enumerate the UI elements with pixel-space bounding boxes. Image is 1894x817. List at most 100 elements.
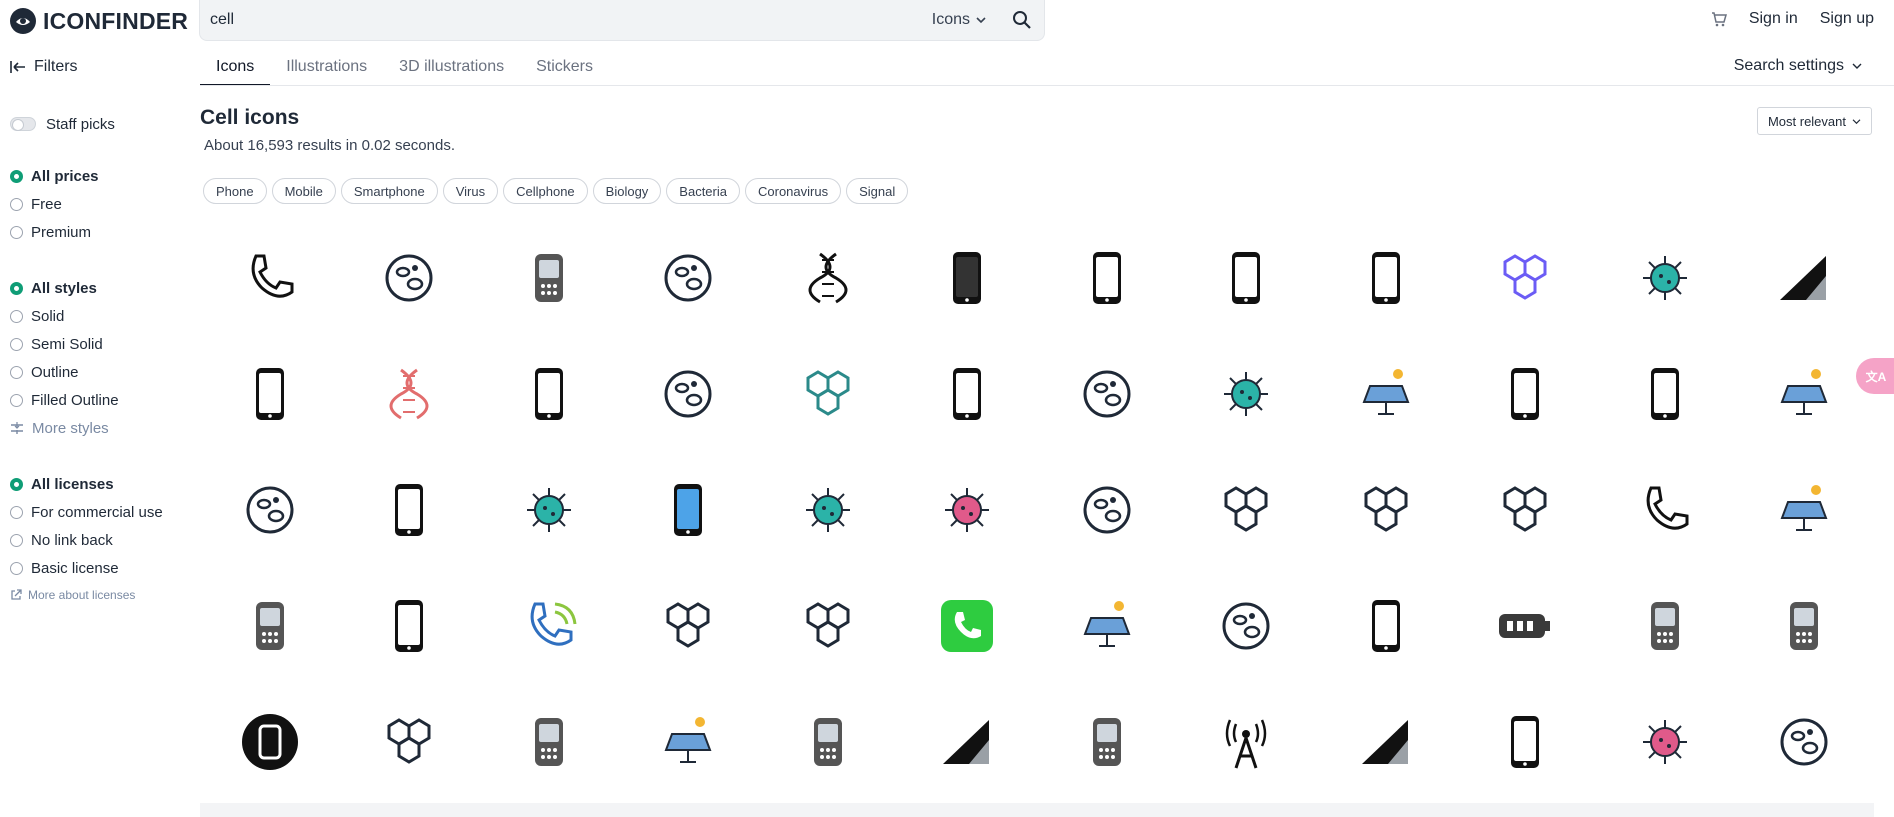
- style-solid[interactable]: Solid: [10, 302, 190, 330]
- radio-button[interactable]: [10, 477, 23, 491]
- tag-chip[interactable]: Virus: [442, 178, 499, 204]
- radio-button[interactable]: [10, 197, 23, 211]
- tab-stickers[interactable]: Stickers: [520, 52, 609, 86]
- icon-result[interactable]: [1316, 452, 1456, 568]
- icon-result[interactable]: [1037, 452, 1177, 568]
- price-all[interactable]: All prices: [10, 162, 190, 190]
- icon-result[interactable]: [1456, 220, 1596, 336]
- radio-button[interactable]: [10, 225, 23, 239]
- style-filled-outline[interactable]: Filled Outline: [10, 386, 190, 414]
- icon-result[interactable]: [1316, 336, 1456, 452]
- radio-button[interactable]: [10, 281, 23, 295]
- icon-result[interactable]: [1456, 336, 1596, 452]
- icon-result[interactable]: [1456, 684, 1596, 800]
- icon-result[interactable]: [1316, 220, 1456, 336]
- sign-in-link[interactable]: Sign in: [1749, 10, 1798, 28]
- search-input[interactable]: [200, 0, 932, 40]
- icon-result[interactable]: [619, 452, 759, 568]
- icon-result[interactable]: [758, 452, 898, 568]
- icon-result[interactable]: [200, 684, 340, 800]
- license-basic[interactable]: Basic license: [10, 554, 190, 582]
- icon-result[interactable]: [340, 336, 480, 452]
- icon-result[interactable]: [898, 336, 1038, 452]
- icon-result[interactable]: [200, 568, 340, 684]
- icon-result[interactable]: [340, 452, 480, 568]
- radio-button[interactable]: [10, 337, 23, 351]
- icon-result[interactable]: [898, 220, 1038, 336]
- iconfinder-logo[interactable]: ICONFINDER: [9, 6, 188, 36]
- radio-button[interactable]: [10, 561, 23, 575]
- tab-icons[interactable]: Icons: [200, 52, 271, 86]
- icon-result[interactable]: [479, 568, 619, 684]
- icon-result[interactable]: [1595, 336, 1735, 452]
- icon-result[interactable]: [619, 336, 759, 452]
- icon-result[interactable]: [1177, 336, 1317, 452]
- icon-result[interactable]: [479, 220, 619, 336]
- radio-button[interactable]: [10, 505, 23, 519]
- icon-result[interactable]: [1735, 684, 1875, 800]
- style-all[interactable]: All styles: [10, 274, 190, 302]
- tag-chip[interactable]: Smartphone: [340, 178, 438, 204]
- icon-result[interactable]: [200, 220, 340, 336]
- icon-result[interactable]: [1595, 220, 1735, 336]
- icon-result[interactable]: [1595, 452, 1735, 568]
- radio-button[interactable]: [10, 533, 23, 547]
- tag-chip[interactable]: Mobile: [271, 178, 336, 204]
- icon-result[interactable]: [1456, 568, 1596, 684]
- staff-picks-toggle[interactable]: [10, 117, 36, 131]
- license-all[interactable]: All licenses: [10, 470, 190, 498]
- icon-result[interactable]: [619, 684, 759, 800]
- icon-result[interactable]: [1037, 220, 1177, 336]
- price-free[interactable]: Free: [10, 190, 190, 218]
- icon-result[interactable]: [340, 684, 480, 800]
- icon-result[interactable]: [1037, 568, 1177, 684]
- radio-button[interactable]: [10, 365, 23, 379]
- icon-result[interactable]: [1037, 336, 1177, 452]
- icon-result[interactable]: [898, 568, 1038, 684]
- icon-result[interactable]: [1735, 452, 1875, 568]
- icon-result[interactable]: [1595, 684, 1735, 800]
- icon-result[interactable]: [1177, 684, 1317, 800]
- price-premium[interactable]: Premium: [10, 218, 190, 246]
- translate-widget[interactable]: 文A: [1856, 358, 1894, 394]
- icon-result[interactable]: [1456, 452, 1596, 568]
- more-licenses-link[interactable]: More about licenses: [10, 582, 190, 608]
- radio-button[interactable]: [10, 309, 23, 323]
- icon-result[interactable]: [1316, 684, 1456, 800]
- icon-result[interactable]: [200, 336, 340, 452]
- sign-up-link[interactable]: Sign up: [1820, 10, 1874, 28]
- icon-result[interactable]: [1177, 452, 1317, 568]
- cart-icon[interactable]: [1711, 11, 1727, 27]
- tag-chip[interactable]: Cellphone: [503, 178, 588, 204]
- more-styles-link[interactable]: More styles: [10, 414, 190, 442]
- icon-result[interactable]: [1177, 220, 1317, 336]
- icon-result[interactable]: [340, 220, 480, 336]
- icon-result[interactable]: [1037, 684, 1177, 800]
- icon-result[interactable]: [898, 452, 1038, 568]
- tag-chip[interactable]: Biology: [592, 178, 662, 204]
- filters-toggle[interactable]: Filters: [10, 58, 78, 76]
- tab-illustrations[interactable]: Illustrations: [270, 52, 383, 86]
- license-no-link-back[interactable]: No link back: [10, 526, 190, 554]
- icon-result[interactable]: [1177, 568, 1317, 684]
- icon-result[interactable]: [1316, 568, 1456, 684]
- tag-chip[interactable]: Phone: [203, 178, 267, 204]
- icon-result[interactable]: [1595, 568, 1735, 684]
- tag-chip[interactable]: Coronavirus: [745, 178, 842, 204]
- icon-result[interactable]: [898, 684, 1038, 800]
- icon-result[interactable]: [479, 684, 619, 800]
- radio-button[interactable]: [10, 169, 23, 183]
- sort-dropdown[interactable]: Most relevant: [1756, 107, 1872, 135]
- icon-result[interactable]: [479, 452, 619, 568]
- search-button[interactable]: [1000, 0, 1044, 40]
- icon-result[interactable]: [200, 452, 340, 568]
- icon-result[interactable]: [1735, 568, 1875, 684]
- tab-3d-illustrations[interactable]: 3D illustrations: [383, 52, 520, 86]
- icon-result[interactable]: [619, 220, 759, 336]
- icon-result[interactable]: [758, 568, 898, 684]
- radio-button[interactable]: [10, 393, 23, 407]
- icon-result[interactable]: [619, 568, 759, 684]
- icon-result[interactable]: [479, 336, 619, 452]
- search-settings-dropdown[interactable]: Search settings: [1734, 57, 1862, 75]
- license-commercial[interactable]: For commercial use: [10, 498, 190, 526]
